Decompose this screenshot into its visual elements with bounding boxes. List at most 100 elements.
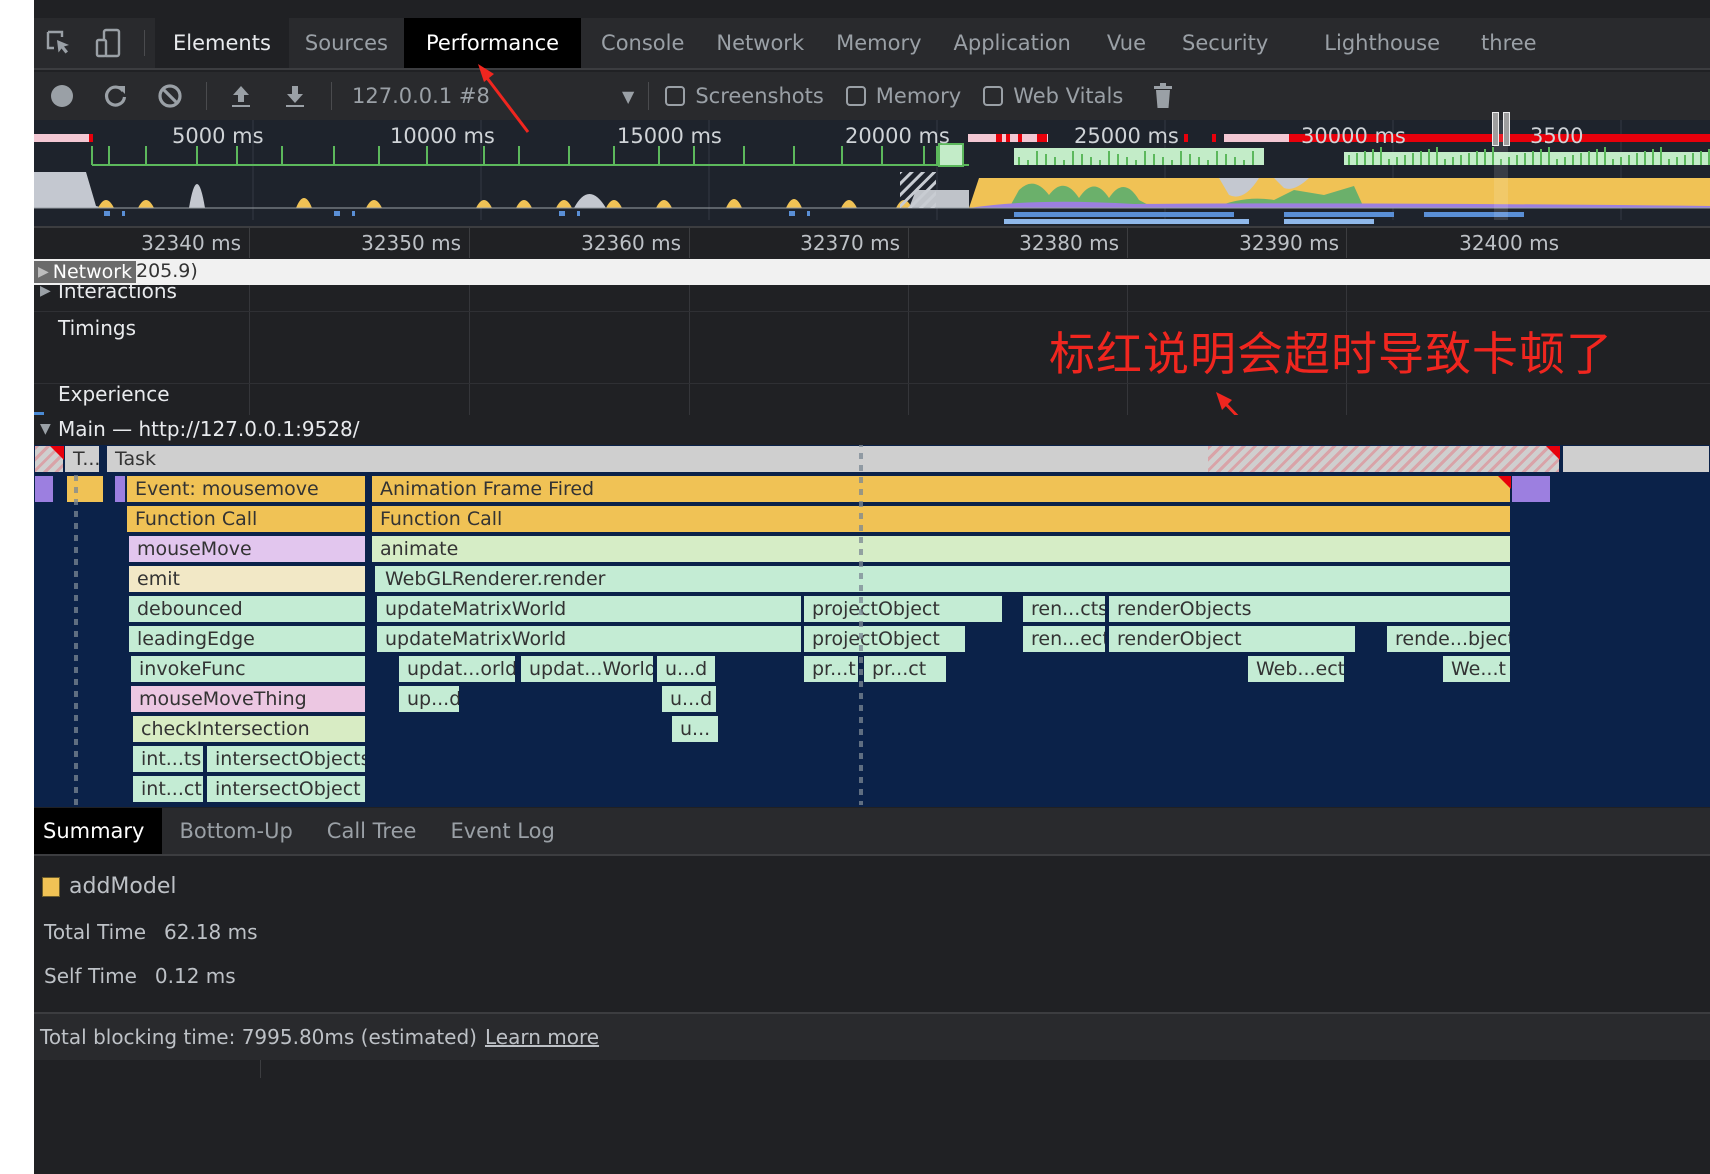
- selection-handle-right[interactable]: [1503, 112, 1510, 146]
- flame-bar[interactable]: updateMatrixWorld: [376, 595, 802, 623]
- network-bar: [1284, 212, 1394, 217]
- flame-bar[interactable]: mouseMove: [128, 535, 366, 563]
- network-track-row[interactable]: ▶ Network 205.9): [34, 259, 1710, 285]
- collapse-triangle-icon[interactable]: ▼: [40, 421, 51, 437]
- task-bar[interactable]: Task: [106, 445, 1210, 473]
- toolbar-divider: [206, 82, 207, 110]
- learn-more-link[interactable]: Learn more: [485, 1025, 599, 1049]
- memory-checkbox[interactable]: Memory: [845, 84, 961, 108]
- tab-lighthouse[interactable]: Lighthouse: [1308, 18, 1465, 68]
- summary-title: addModel: [42, 874, 176, 899]
- tab-call-tree[interactable]: Call Tree: [310, 808, 434, 854]
- flame-bar[interactable]: renderObject: [1108, 625, 1356, 653]
- tab-console[interactable]: Console: [581, 18, 700, 68]
- interactions-track-label[interactable]: Interactions: [58, 279, 177, 303]
- flame-bar[interactable]: checkIntersection: [132, 715, 366, 743]
- flame-bar[interactable]: Function Call: [126, 505, 366, 533]
- flame-bar[interactable]: WebGLRenderer.render: [374, 565, 1511, 593]
- flame-bar[interactable]: rende...bject: [1386, 625, 1511, 653]
- cpu-idle-peak: [189, 184, 205, 208]
- flame-bar[interactable]: We...t: [1442, 655, 1511, 683]
- flame-bar[interactable]: u...d: [661, 685, 717, 713]
- toolbar-divider: [331, 82, 332, 110]
- clear-icon[interactable]: [152, 78, 188, 114]
- flame-bar[interactable]: Animation Frame Fired: [371, 475, 1511, 503]
- checkbox-box[interactable]: [983, 86, 1004, 106]
- tab-summary[interactable]: Summary: [34, 808, 163, 854]
- task-bar[interactable]: T...: [64, 445, 100, 473]
- flame-bar[interactable]: [66, 475, 104, 503]
- network-bar: [577, 211, 580, 216]
- screenshots-checkbox[interactable]: Screenshots: [665, 84, 824, 108]
- task-bar[interactable]: [1562, 445, 1710, 473]
- selection-handle-left[interactable]: [1492, 112, 1499, 146]
- tab-vue[interactable]: Vue: [1087, 18, 1166, 68]
- flame-bar[interactable]: Function Call: [371, 505, 1511, 533]
- tab-sources[interactable]: Sources: [289, 18, 404, 68]
- experience-track-label[interactable]: Experience: [58, 382, 170, 406]
- tab-three[interactable]: three: [1465, 18, 1553, 68]
- network-bar: [1004, 219, 1249, 224]
- tab-event-log[interactable]: Event Log: [433, 808, 571, 854]
- inspect-element-icon[interactable]: [34, 18, 84, 68]
- flame-bar[interactable]: int...ts: [132, 745, 204, 773]
- device-toolbar-icon[interactable]: [84, 18, 134, 68]
- flame-bar[interactable]: intersectObjects: [206, 745, 366, 773]
- tab-bottom-up[interactable]: Bottom-Up: [162, 808, 309, 854]
- web-vitals-checkbox[interactable]: Web Vitals: [983, 84, 1123, 108]
- overview-tick-label: 3500: [1530, 124, 1584, 148]
- tab-security[interactable]: Security: [1166, 18, 1308, 68]
- flame-bar[interactable]: [34, 475, 54, 503]
- expand-triangle-icon[interactable]: ▶: [38, 264, 49, 280]
- long-task-strip: [1018, 134, 1022, 142]
- reload-icon[interactable]: [98, 78, 134, 114]
- flame-bar[interactable]: projectObject: [803, 625, 966, 653]
- flame-bar[interactable]: pr...ct: [863, 655, 947, 683]
- self-time-value: 0.12 ms: [154, 964, 236, 988]
- long-task-strip: [1006, 134, 1010, 142]
- performance-toolbar: 127.0.0.1 #8 ▼ Screenshots Memory Web Vi…: [34, 72, 1710, 120]
- tab-memory[interactable]: Memory: [820, 18, 937, 68]
- flame-bar[interactable]: u...d: [656, 655, 716, 683]
- cpu-scripting-peak: [726, 199, 742, 208]
- flame-bar[interactable]: [1511, 475, 1551, 503]
- chevron-down-icon[interactable]: ▼: [622, 87, 634, 106]
- tab-network[interactable]: Network: [700, 18, 820, 68]
- flame-bar[interactable]: updat...orld: [398, 655, 516, 683]
- download-icon[interactable]: [277, 78, 313, 114]
- total-time-row: Total Time 62.18 ms: [44, 920, 258, 944]
- flame-bar[interactable]: pr...t: [803, 655, 859, 683]
- flame-bar[interactable]: emit: [128, 565, 366, 593]
- flame-bar[interactable]: updateMatrixWorld: [376, 625, 802, 653]
- flame-chart[interactable]: T... Task Event: mousemove Animation Fra…: [34, 445, 1710, 807]
- flame-bar[interactable]: ren...cts: [1022, 595, 1106, 623]
- flame-bar[interactable]: int...ct: [132, 775, 204, 803]
- checkbox-box[interactable]: [665, 86, 686, 106]
- flame-bar[interactable]: invokeFunc: [130, 655, 366, 683]
- flame-bar[interactable]: up...d: [398, 685, 460, 713]
- flame-bar[interactable]: [114, 475, 126, 503]
- flame-bar[interactable]: renderObjects: [1108, 595, 1511, 623]
- flame-bar[interactable]: updat...World: [520, 655, 654, 683]
- main-thread-header[interactable]: ▼ Main — http://127.0.0.1:9528/: [34, 415, 1710, 445]
- task-bar-overtime[interactable]: [1208, 445, 1560, 473]
- expand-triangle-icon[interactable]: ▶: [40, 283, 51, 299]
- flame-bar[interactable]: intersectObject: [206, 775, 366, 803]
- flame-bar[interactable]: animate: [371, 535, 1511, 563]
- tab-elements[interactable]: Elements: [155, 18, 289, 68]
- checkbox-box[interactable]: [845, 86, 866, 106]
- tab-application[interactable]: Application: [938, 18, 1087, 68]
- record-icon[interactable]: [44, 78, 80, 114]
- flame-bar[interactable]: mouseMoveThing: [130, 685, 366, 713]
- flame-bar[interactable]: leadingEdge: [128, 625, 366, 653]
- flame-bar[interactable]: ren...ect: [1022, 625, 1106, 653]
- flame-bar[interactable]: Event: mousemove: [126, 475, 366, 503]
- flame-bar[interactable]: projectObject: [803, 595, 1003, 623]
- flame-bar[interactable]: Web...ect: [1247, 655, 1345, 683]
- flame-bar[interactable]: debounced: [128, 595, 366, 623]
- garbage-collect-icon[interactable]: [1145, 78, 1181, 114]
- timings-track-label[interactable]: Timings: [58, 316, 136, 340]
- upload-icon[interactable]: [223, 78, 259, 114]
- flame-bar[interactable]: u...: [671, 715, 719, 743]
- timeline-overview[interactable]: 5000 ms 10000 ms 15000 ms 20000 ms 25000…: [34, 112, 1710, 228]
